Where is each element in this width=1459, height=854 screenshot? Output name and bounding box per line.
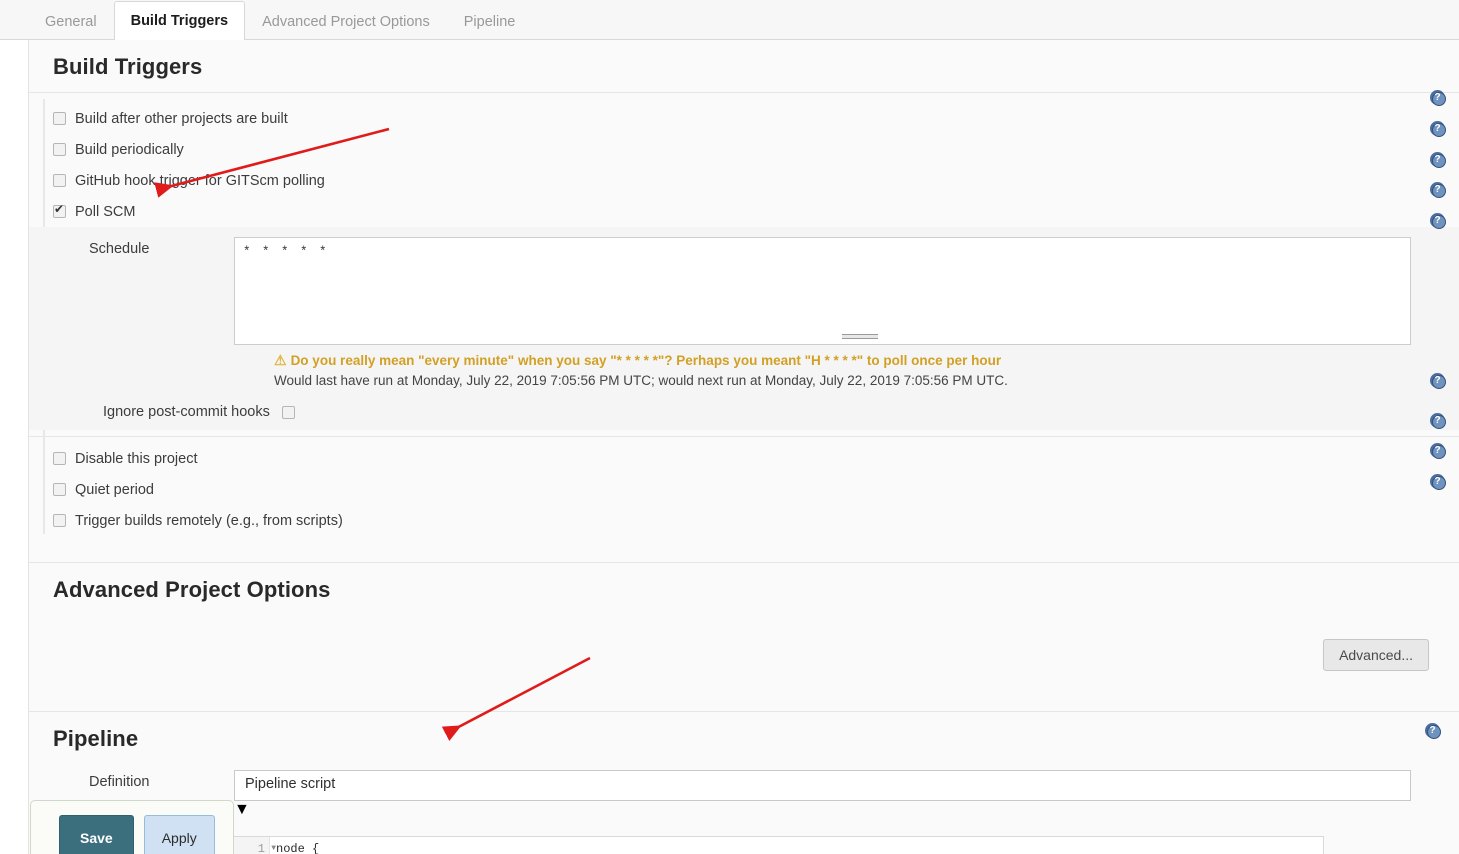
form-footer-bar: Save Apply: [30, 800, 234, 854]
editor-line-number-gutter: ▼1 ▼2 3 4 5 6 7: [234, 837, 276, 854]
tab-advanced-project-options[interactable]: Advanced Project Options: [245, 3, 447, 40]
checkbox-ignore-post-commit-hooks[interactable]: [281, 405, 295, 419]
config-tab-bar: General Build Triggers Advanced Project …: [0, 0, 1459, 41]
trigger-row-poll-scm[interactable]: Poll SCM: [29, 196, 1459, 227]
option-row-disable-project[interactable]: Disable this project: [29, 443, 1459, 474]
advanced-button[interactable]: Advanced...: [1323, 639, 1429, 671]
tab-pipeline[interactable]: Pipeline: [447, 3, 533, 40]
help-question-icon[interactable]: [1430, 121, 1446, 137]
schedule-warning-text: Do you really mean "every minute" when y…: [290, 353, 1002, 368]
help-question-icon[interactable]: [1430, 182, 1446, 198]
definition-select[interactable]: Pipeline script: [234, 770, 1411, 801]
help-question-icon[interactable]: [1430, 474, 1446, 490]
checkbox-trigger-builds-remotely[interactable]: [53, 514, 66, 527]
help-question-icon[interactable]: [1430, 152, 1446, 168]
poll-scm-schedule-panel: Schedule * * * * * ⚠ Do you really mean "…: [29, 227, 1459, 430]
help-question-icon[interactable]: [1430, 443, 1446, 459]
code-line: node {: [276, 842, 320, 854]
help-question-icon[interactable]: [1430, 413, 1446, 429]
help-question-icon[interactable]: [1430, 373, 1446, 389]
trigger-label: Build periodically: [75, 141, 184, 158]
schedule-warning: ⚠ Do you really mean "every minute" when …: [274, 351, 1459, 370]
schedule-next-run-text: Would last have run at Monday, July 22, …: [274, 373, 1008, 388]
option-label: Trigger builds remotely (e.g., from scri…: [75, 512, 343, 529]
option-row-trigger-builds-remotely[interactable]: Trigger builds remotely (e.g., from scri…: [29, 505, 1459, 536]
help-question-icon[interactable]: [1430, 90, 1446, 106]
checkbox-build-periodically[interactable]: [53, 143, 66, 156]
option-label: Disable this project: [75, 450, 198, 467]
option-label: Quiet period: [75, 481, 154, 498]
build-triggers-heading: Build Triggers: [53, 54, 203, 79]
trigger-label: GitHub hook trigger for GITScm polling: [75, 172, 325, 189]
apply-button[interactable]: Apply: [143, 815, 215, 854]
line-number: ▼ 1: [257, 842, 276, 854]
textarea-resize-handle[interactable]: [842, 334, 878, 339]
checkbox-disable-this-project[interactable]: [53, 452, 66, 465]
editor-code-area[interactable]: node { stage("Checkout"){ cleanWs() git …: [270, 837, 1323, 854]
trigger-label: Build after other projects are built: [75, 110, 288, 127]
tab-build-triggers[interactable]: Build Triggers: [113, 1, 246, 41]
save-button[interactable]: Save: [59, 815, 134, 854]
checkbox-build-after-other-projects[interactable]: [53, 112, 66, 125]
schedule-textarea[interactable]: * * * * *: [234, 237, 1411, 345]
advanced-project-options-heading: Advanced Project Options: [53, 577, 331, 602]
checkbox-quiet-period[interactable]: [53, 483, 66, 496]
advanced-project-options-area: Advanced...: [29, 615, 1459, 711]
schedule-warning-wrap: ⚠ Do you really mean "every minute" when …: [29, 345, 1459, 392]
jenkins-job-config-page: General Build Triggers Advanced Project …: [0, 0, 1459, 854]
help-question-icon[interactable]: [1425, 723, 1441, 739]
pipeline-heading: Pipeline: [53, 726, 139, 751]
trigger-label: Poll SCM: [75, 203, 136, 220]
trigger-row-github-hook[interactable]: GitHub hook trigger for GITScm polling: [29, 165, 1459, 196]
checkbox-github-hook-trigger[interactable]: [53, 174, 66, 187]
script-code-editor[interactable]: ▼1 ▼2 3 4 5 6 7 node { stage("Checkout")…: [234, 836, 1324, 854]
ignore-post-commit-hooks-row[interactable]: Ignore post-commit hooks: [29, 392, 1459, 424]
divider: [29, 436, 1459, 437]
help-question-icon[interactable]: [1430, 213, 1446, 229]
schedule-label: Schedule: [89, 241, 150, 257]
option-row-quiet-period[interactable]: Quiet period: [29, 474, 1459, 505]
warning-triangle-icon: ⚠: [274, 352, 287, 368]
config-content-panel: Build Triggers Build after other project…: [28, 40, 1459, 854]
trigger-row-build-after-other-projects[interactable]: Build after other projects are built: [29, 103, 1459, 134]
tab-general[interactable]: General: [28, 3, 114, 40]
trigger-row-build-periodically[interactable]: Build periodically: [29, 134, 1459, 165]
build-triggers-block: Build after other projects are built Bui…: [29, 93, 1459, 544]
script-field-row: Script ▼1 ▼2 3 4 5 6 7 node { stage("Che…: [29, 836, 1459, 854]
chevron-down-icon: ▼: [234, 801, 250, 818]
schedule-field-row: Schedule * * * * *: [29, 237, 1459, 345]
definition-field-row: Definition Pipeline script ▼: [29, 770, 1459, 819]
ignore-post-commit-hooks-label: Ignore post-commit hooks: [103, 404, 270, 420]
checkbox-poll-scm[interactable]: [53, 202, 66, 218]
